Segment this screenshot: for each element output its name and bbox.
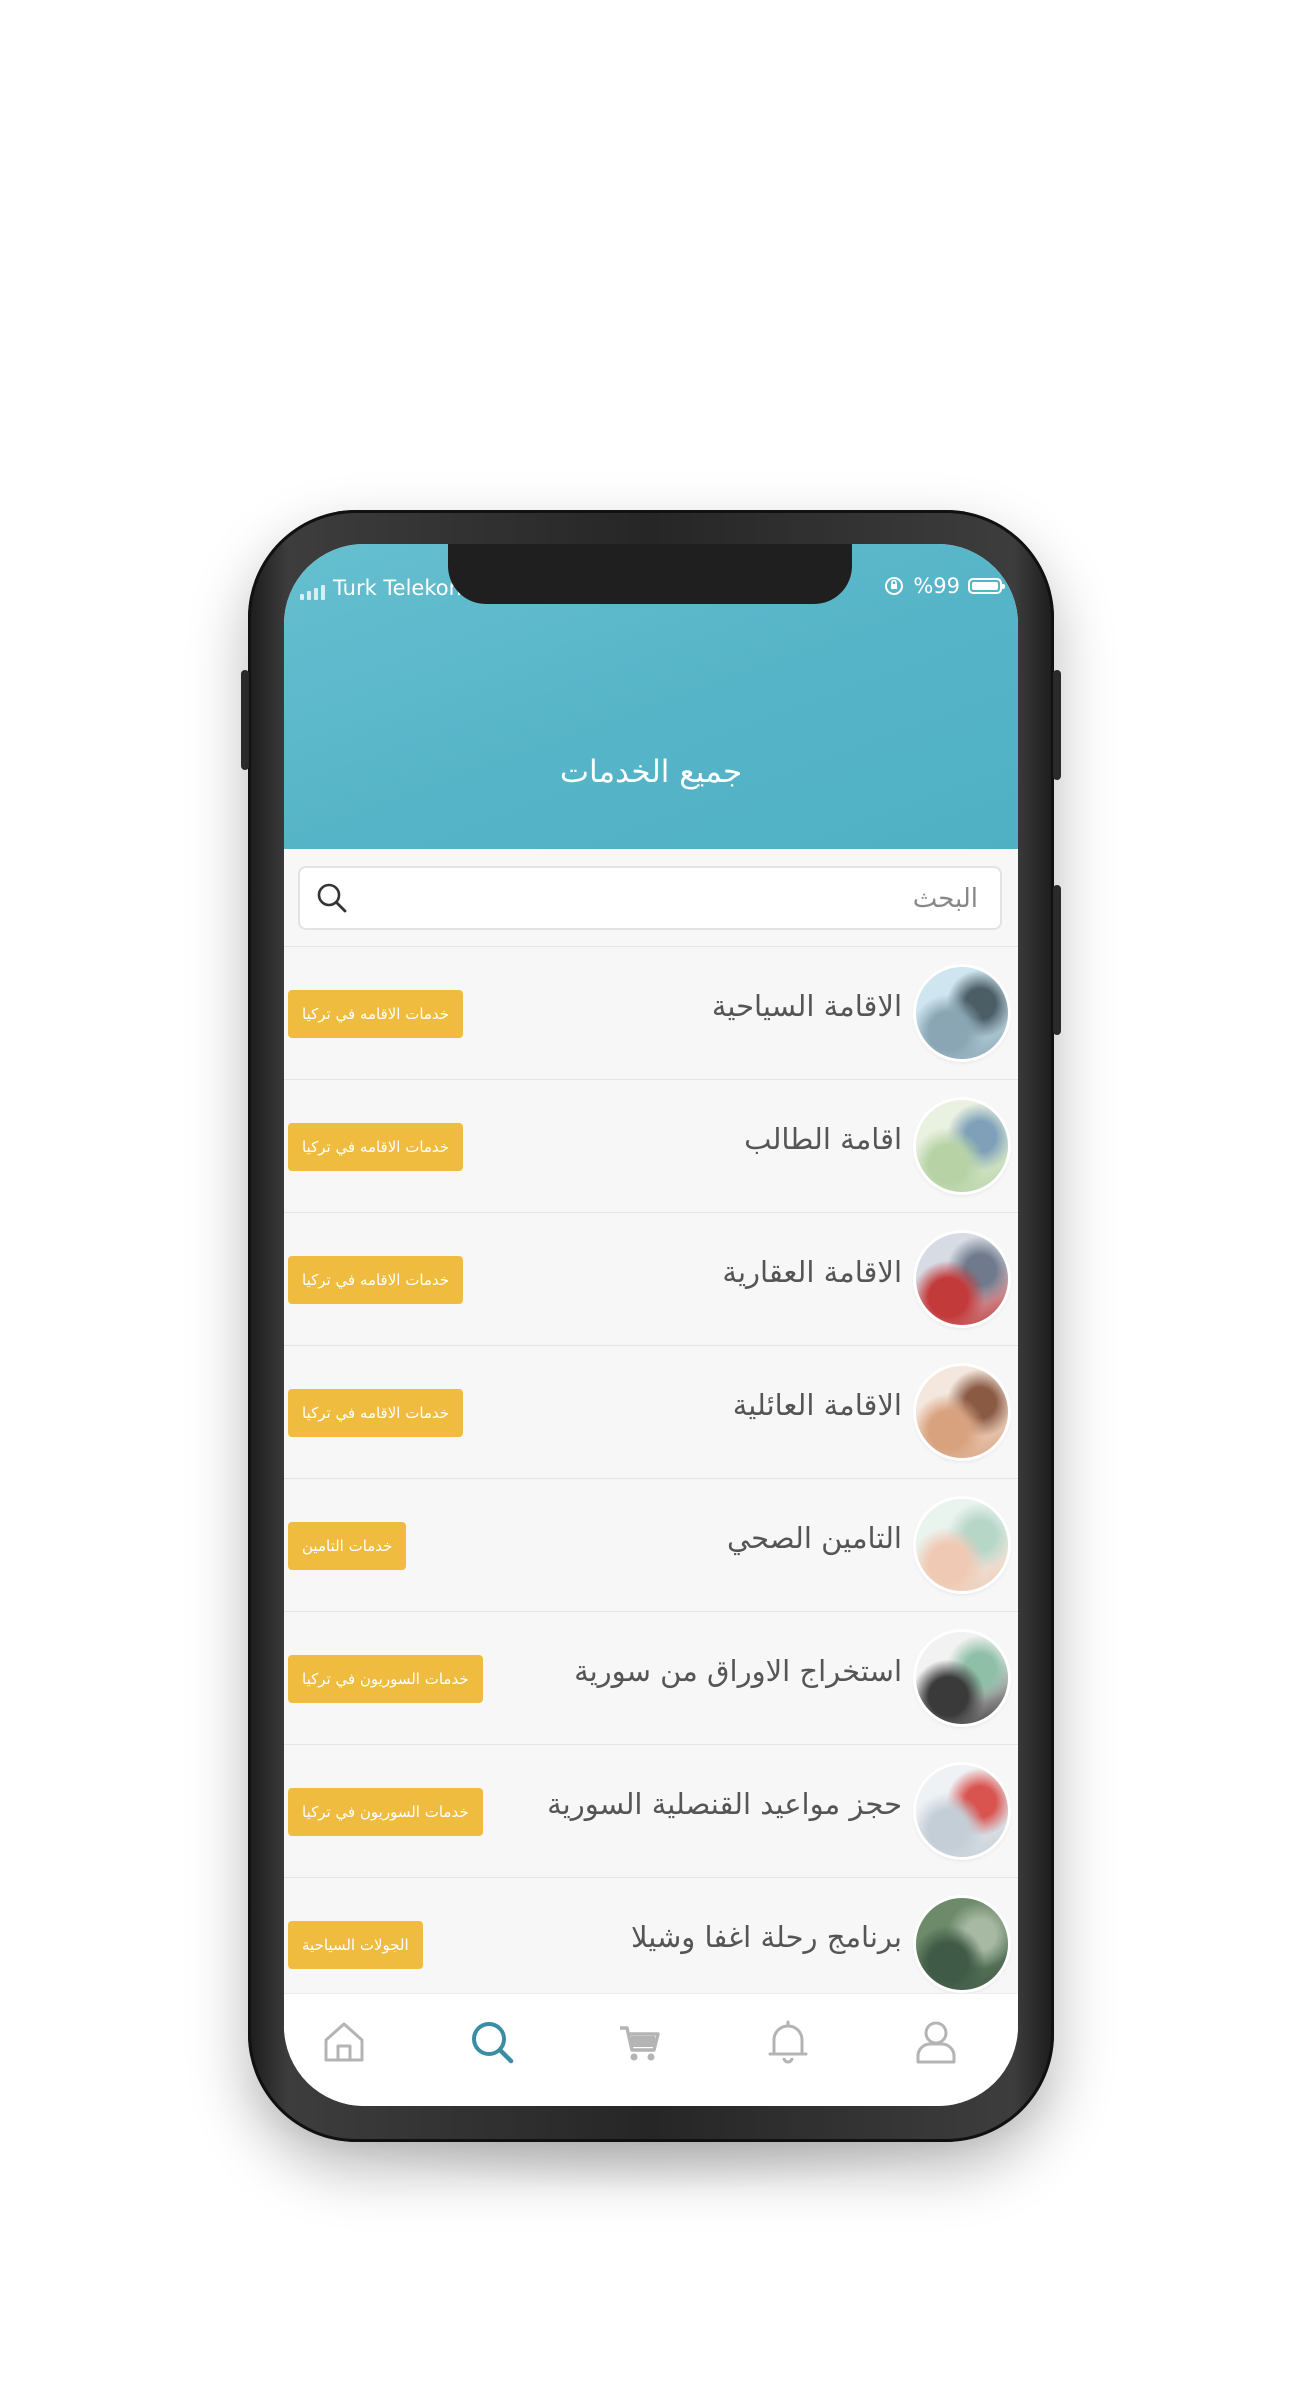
orientation-lock-icon xyxy=(885,577,904,595)
service-title: حجز مواعيد القنصلية السورية xyxy=(547,1787,902,1821)
service-category-tag[interactable]: خدمات السوريون في تركيا xyxy=(288,1788,483,1836)
service-category-tag[interactable]: خدمات الاقامه في تركيا xyxy=(288,1389,464,1437)
tab-search[interactable] xyxy=(464,2014,520,2070)
service-category-tag[interactable]: الجولات السياحية xyxy=(288,1921,423,1969)
service-thumbnail xyxy=(916,1765,1008,1857)
service-row[interactable]: حجز مواعيد القنصلية السورية خدمات السوريو… xyxy=(284,1744,1018,1877)
services-list: الاقامة السياحية خدمات الاقامه في تركيا اق… xyxy=(284,946,1018,2010)
service-category-tag[interactable]: خدمات السوريون في تركيا xyxy=(288,1655,483,1703)
tab-cart[interactable] xyxy=(612,2014,668,2070)
battery-icon xyxy=(968,578,1005,594)
service-row[interactable]: الاقامة السياحية خدمات الاقامه في تركيا xyxy=(284,946,1018,1079)
service-row[interactable]: برنامج رحلة اغفا وشيلا الجولات السياحية xyxy=(284,1877,1018,2010)
service-row[interactable]: اقامة الطالب خدمات الاقامه في تركيا xyxy=(284,1079,1018,1212)
cart-icon xyxy=(620,2026,660,2061)
service-thumbnail xyxy=(916,1499,1008,1591)
service-thumbnail xyxy=(916,1366,1008,1458)
service-row[interactable]: الاقامة العائلية خدمات الاقامه في تركيا xyxy=(284,1345,1018,1478)
tab-notifications[interactable] xyxy=(760,2014,816,2070)
carrier-label: Turk Telekom xyxy=(333,576,470,600)
service-title: الاقامة السياحية xyxy=(711,989,902,1023)
bottom-tab-bar xyxy=(284,1993,1018,2106)
service-title: برنامج رحلة اغفا وشيلا xyxy=(630,1920,902,1954)
service-title: الاقامة العقارية xyxy=(722,1255,902,1289)
service-title: استخراج الاوراق من سورية xyxy=(574,1654,902,1688)
user-icon xyxy=(916,2021,956,2064)
service-category-tag[interactable]: خدمات التامين xyxy=(288,1522,407,1570)
service-row[interactable]: التامين الصحي خدمات التامين xyxy=(284,1478,1018,1611)
service-category-tag[interactable]: خدمات الاقامه في تركيا xyxy=(288,1123,464,1171)
service-thumbnail xyxy=(916,1233,1008,1325)
service-thumbnail xyxy=(916,1632,1008,1724)
service-category-tag[interactable]: خدمات الاقامه في تركيا xyxy=(288,1256,464,1304)
search-icon[interactable] xyxy=(314,880,350,916)
search-icon xyxy=(472,2022,514,2064)
tab-home[interactable] xyxy=(316,2014,372,2070)
status-bar-left: Turk Telekom xyxy=(300,576,469,600)
service-row[interactable]: استخراج الاوراق من سورية خدمات السوريون ف… xyxy=(284,1611,1018,1744)
service-title: اقامة الطالب xyxy=(744,1122,902,1156)
search-input[interactable] xyxy=(370,868,980,930)
signal-icon xyxy=(300,585,325,600)
bell-icon xyxy=(768,2020,808,2064)
service-title: الاقامة العائلية xyxy=(732,1388,902,1422)
phone-notch xyxy=(448,544,852,604)
service-thumbnail xyxy=(916,967,1008,1059)
page-title: جميع الخدمات xyxy=(559,754,743,790)
battery-percent: %99 xyxy=(913,574,960,598)
search-bar xyxy=(298,866,1002,930)
app-header: Turk Telekom %99 جميع الخدمات xyxy=(284,544,1018,849)
power-button xyxy=(1053,885,1061,1035)
tab-profile[interactable] xyxy=(908,2014,964,2070)
service-title: التامين الصحي xyxy=(727,1521,902,1555)
status-bar-right: %99 xyxy=(883,574,1005,598)
service-thumbnail xyxy=(916,1898,1008,1990)
volume-down-button xyxy=(1053,670,1061,780)
service-thumbnail xyxy=(916,1100,1008,1192)
service-category-tag[interactable]: خدمات الاقامه في تركيا xyxy=(288,990,464,1038)
service-row[interactable]: الاقامة العقارية خدمات الاقامه في تركيا xyxy=(284,1212,1018,1345)
home-icon xyxy=(324,2022,364,2062)
volume-up-button xyxy=(241,670,249,770)
app-screen: Turk Telekom %99 جميع الخدمات الاقامة ال… xyxy=(284,544,1018,2106)
